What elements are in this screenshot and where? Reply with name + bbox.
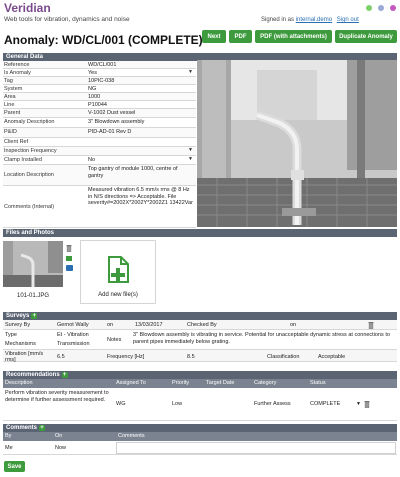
- top-bar: Veridian Web tools for vibration, dynami…: [0, 0, 400, 30]
- signed-in-text: Signed in as internal.demo Sign out: [261, 17, 359, 23]
- chevron-down-icon[interactable]: ▼: [188, 69, 193, 75]
- col-comments: Comments: [118, 433, 145, 439]
- notes-value[interactable]: 3" Blowdown assembly is vibrating in ser…: [133, 332, 395, 345]
- recommendation-header-row: [3, 379, 397, 388]
- comment-input[interactable]: [116, 442, 396, 454]
- classification-label: Classification: [267, 354, 300, 360]
- survey-on-label: on: [107, 322, 114, 328]
- recommendation-priority[interactable]: Low: [172, 401, 182, 407]
- col-status: Status: [310, 380, 326, 386]
- classification-value[interactable]: Acceptable: [318, 354, 345, 360]
- vibration-value[interactable]: 6.5: [57, 354, 65, 360]
- field-inspection-frequency[interactable]: Inspection Frequency ▼: [3, 147, 196, 156]
- add-survey-icon[interactable]: +: [31, 313, 38, 319]
- anomaly-photo[interactable]: [197, 60, 397, 227]
- recommendation-category[interactable]: Further Assess: [254, 401, 298, 407]
- delete-file-icon[interactable]: [66, 244, 72, 252]
- file-name[interactable]: 101-01.JPG: [3, 293, 63, 299]
- field-system[interactable]: System NG: [3, 85, 196, 93]
- field-parent[interactable]: Parent V-1002 Dust vessel: [3, 109, 196, 118]
- checked-by-label: Checked By: [187, 322, 217, 328]
- recommendation-status[interactable]: COMPLETE: [310, 401, 340, 407]
- status-dot-blue: [378, 5, 384, 11]
- survey-by-label: Survey By: [5, 322, 31, 328]
- col-target-date: Target Date: [206, 380, 235, 386]
- survey-by-value[interactable]: Gernot Wally: [57, 322, 89, 328]
- field-tag[interactable]: Tag 10PIC-038: [3, 77, 196, 85]
- col-by: By: [5, 433, 12, 439]
- field-reference[interactable]: Reference WD/CL/001: [3, 61, 196, 69]
- field-line[interactable]: Line P10044: [3, 101, 196, 109]
- col-priority: Priority: [172, 380, 190, 386]
- field-client-ref[interactable]: Client Ref: [3, 138, 196, 147]
- comment-on: Now: [55, 445, 67, 451]
- field-is-anomaly[interactable]: Is Anomaly Yes ▼: [3, 69, 196, 77]
- surveys-heading: Surveys +: [3, 312, 397, 320]
- type-value[interactable]: Et - Vibration: [57, 332, 101, 338]
- delete-survey-icon[interactable]: [368, 321, 374, 329]
- notes-label: Notes: [107, 337, 122, 343]
- mechanism-label: Mechanisms: [5, 341, 36, 347]
- status-dot-purple: [390, 5, 396, 11]
- col-category: Category: [254, 380, 277, 386]
- mechanism-value[interactable]: Transmission: [57, 341, 90, 347]
- checked-on-label: on: [290, 322, 297, 328]
- field-clamp-installed[interactable]: Clamp Installed No ▼: [3, 156, 196, 165]
- duplicate-anomaly-button[interactable]: Duplicate Anomaly: [335, 30, 397, 43]
- col-on: On: [55, 433, 63, 439]
- field-comments-internal[interactable]: Comments (Internal) Measured vibration 6.…: [3, 186, 196, 228]
- comments-heading: Comments +: [3, 424, 397, 432]
- vibration-label: Vibration [mm/s rms]: [5, 351, 44, 363]
- chevron-down-icon[interactable]: ▼: [188, 147, 193, 153]
- file-thumbnail[interactable]: [3, 241, 63, 287]
- user-email-link[interactable]: internal.demo: [296, 17, 332, 23]
- frequency-label: Frequency [Hz]: [107, 354, 145, 360]
- add-file-label: Add new file(s): [98, 292, 138, 298]
- recommendation-description[interactable]: Perform vibration severity measurement t…: [5, 390, 112, 403]
- recommendation-assigned[interactable]: WG: [116, 401, 125, 407]
- chevron-down-icon[interactable]: ▼: [188, 156, 193, 162]
- industrial-pipe-photo: [197, 60, 397, 227]
- pdf-button[interactable]: PDF: [229, 30, 252, 43]
- files-photos-heading: Files and Photos: [3, 229, 397, 237]
- col-description: Description: [5, 380, 33, 386]
- comment-by: Me: [5, 445, 13, 451]
- page-title: Anomaly: WD/CL/001 (COMPLETE): [4, 33, 203, 47]
- survey-date[interactable]: 13/03/2017: [135, 322, 163, 328]
- camera-icon[interactable]: [66, 265, 73, 271]
- pdf-attachments-button[interactable]: PDF (with attachments): [255, 30, 332, 43]
- delete-recommendation-icon[interactable]: [364, 400, 370, 408]
- thumbnail-photo: [3, 241, 63, 287]
- col-assigned-to: Assigned To: [116, 380, 146, 386]
- chevron-down-icon[interactable]: ▼: [356, 401, 361, 407]
- add-file-icon: [108, 256, 129, 283]
- file-status-badge: [66, 256, 72, 261]
- field-area[interactable]: Area 1000: [3, 93, 196, 101]
- add-comment-icon[interactable]: +: [39, 425, 46, 431]
- field-location-description[interactable]: Location Description Top gantry of module…: [3, 165, 196, 186]
- add-recommendation-icon[interactable]: +: [61, 372, 68, 378]
- status-dot-green: [366, 5, 372, 11]
- field-pid[interactable]: P&ID PID-AD-01 Rev D: [3, 128, 196, 138]
- field-anomaly-description[interactable]: Anomaly Description 3" Blowdown assembly: [3, 118, 196, 128]
- brand-logo[interactable]: Veridian: [4, 1, 51, 15]
- save-button[interactable]: Save: [4, 461, 25, 472]
- frequency-value[interactable]: 8.5: [187, 354, 195, 360]
- recommendations-heading: Recommendations +: [3, 371, 397, 379]
- type-label: Type: [5, 332, 17, 338]
- tagline: Web tools for vibration, dynamics and no…: [4, 16, 130, 23]
- next-button[interactable]: Next: [202, 30, 226, 43]
- sign-out-link[interactable]: Sign out: [337, 17, 359, 23]
